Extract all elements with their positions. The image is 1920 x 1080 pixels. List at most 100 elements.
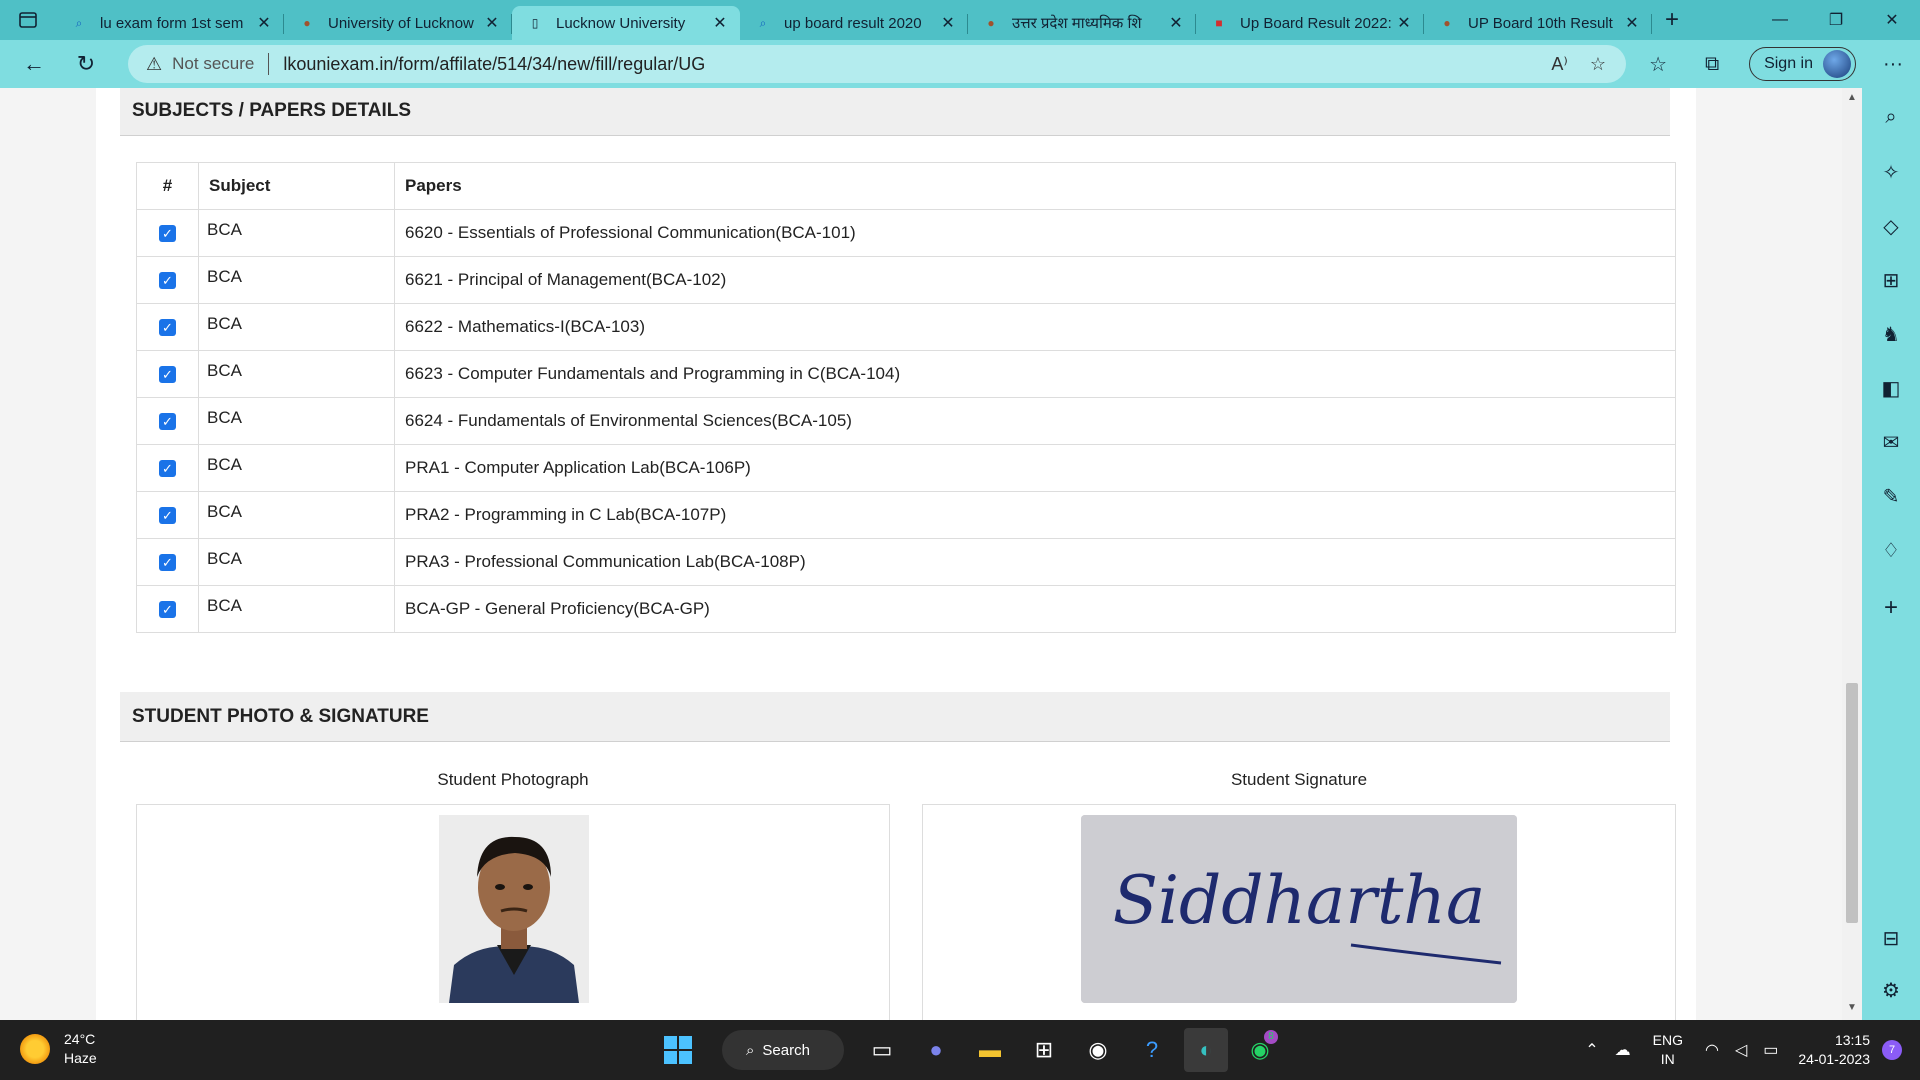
close-icon[interactable]: ✕ bbox=[1394, 13, 1414, 33]
paper-checkbox[interactable]: ✓ bbox=[159, 225, 176, 243]
battery-icon[interactable]: ▭ bbox=[1763, 1040, 1778, 1060]
sidebar-office-icon[interactable]: ◧ bbox=[1862, 376, 1920, 401]
sidebar-layout-icon[interactable]: ⊟ bbox=[1862, 926, 1920, 951]
tab-actions-button[interactable] bbox=[0, 0, 56, 40]
refresh-button[interactable]: ↻ bbox=[60, 40, 112, 88]
paper-cell: PRA2 - Programming in C Lab(BCA-107P) bbox=[394, 491, 1676, 539]
app-icon[interactable]: ◉ bbox=[1076, 1028, 1120, 1072]
minimize-button[interactable]: — bbox=[1752, 0, 1808, 40]
tab-2[interactable]: ▯ Lucknow University ✕ bbox=[512, 6, 740, 40]
omnibox[interactable]: ⚠ Not secure lkouniexam.in/form/affilate… bbox=[128, 45, 1626, 83]
tab-1[interactable]: ● University of Lucknow ✕ bbox=[284, 6, 512, 40]
edge-browser-icon[interactable]: ◐ bbox=[1184, 1028, 1228, 1072]
scrollbar-thumb[interactable] bbox=[1846, 683, 1858, 923]
volume-icon[interactable]: ◁ bbox=[1735, 1040, 1747, 1060]
language-indicator[interactable]: ENG IN bbox=[1653, 1031, 1683, 1069]
weather-condition: Haze bbox=[64, 1050, 97, 1066]
search-icon: ⌕ bbox=[75, 15, 83, 30]
wifi-icon[interactable]: ◠ bbox=[1705, 1040, 1719, 1060]
student-signature: Siddhartha bbox=[1081, 815, 1517, 1003]
favorites-icon[interactable]: ☆ bbox=[1631, 52, 1685, 77]
sidebar-notifications-icon[interactable]: ♢ bbox=[1862, 538, 1920, 563]
sign-in-button[interactable]: Sign in bbox=[1749, 47, 1856, 81]
store-icon[interactable]: ⊞ bbox=[1022, 1028, 1066, 1072]
table-header-row: # Subject Papers bbox=[136, 162, 1676, 210]
windows-icon bbox=[664, 1036, 692, 1064]
subjects-heading: SUBJECTS / PAPERS DETAILS bbox=[120, 88, 1670, 136]
not-secure-label[interactable]: Not secure bbox=[172, 54, 254, 74]
photo-label: Student Photograph bbox=[437, 770, 589, 789]
close-icon[interactable]: ✕ bbox=[254, 13, 274, 33]
paper-checkbox[interactable]: ✓ bbox=[159, 507, 176, 525]
help-icon[interactable]: ? bbox=[1130, 1028, 1174, 1072]
weather-widget[interactable]: 24°C Haze bbox=[20, 1030, 97, 1068]
sidebar-tools-icon[interactable]: ⊞ bbox=[1862, 268, 1920, 293]
file-explorer-icon[interactable]: ▬ bbox=[968, 1028, 1012, 1072]
paper-cell: 6621 - Principal of Management(BCA-102) bbox=[394, 256, 1676, 304]
paper-checkbox[interactable]: ✓ bbox=[159, 601, 176, 619]
whatsapp-icon[interactable]: ◉ 8 bbox=[1238, 1028, 1282, 1072]
sidebar-copilot-icon[interactable]: ✧ bbox=[1862, 160, 1920, 185]
paper-checkbox[interactable]: ✓ bbox=[159, 554, 176, 572]
university-icon: ● bbox=[303, 16, 311, 30]
sidebar-search-icon[interactable]: ⌕ bbox=[1862, 106, 1920, 129]
paper-checkbox[interactable]: ✓ bbox=[159, 460, 176, 478]
close-icon[interactable]: ✕ bbox=[482, 13, 502, 33]
paper-cell: PRA1 - Computer Application Lab(BCA-106P… bbox=[394, 444, 1676, 492]
tab-6[interactable]: ● UP Board 10th Result ✕ bbox=[1424, 6, 1652, 40]
close-icon[interactable]: ✕ bbox=[1622, 13, 1642, 33]
row-checkbox-cell: ✓ bbox=[136, 209, 199, 257]
lang-secondary: IN bbox=[1660, 1051, 1675, 1067]
tab-label: उत्तर प्रदेश माध्यमिक शि bbox=[1012, 15, 1142, 32]
taskbar-search[interactable]: ⌕ Search bbox=[722, 1030, 844, 1070]
signature-text: Siddhartha bbox=[1113, 862, 1486, 939]
paper-checkbox[interactable]: ✓ bbox=[159, 319, 176, 337]
vertical-scrollbar[interactable]: ▲ ▼ bbox=[1842, 88, 1862, 1020]
new-tab-button[interactable]: + bbox=[1652, 6, 1692, 34]
table-row: ✓ BCA BCA-GP - General Proficiency(BCA-GP) bbox=[136, 585, 1676, 633]
avatar bbox=[1823, 50, 1851, 78]
subject-cell: BCA bbox=[198, 444, 395, 492]
read-aloud-icon[interactable]: A⁾ bbox=[1551, 54, 1567, 75]
add-favorite-icon[interactable]: ☆ bbox=[1590, 54, 1606, 75]
close-icon[interactable]: ✕ bbox=[1166, 13, 1186, 33]
row-checkbox-cell: ✓ bbox=[136, 585, 199, 633]
tab-strip: ⌕ lu exam form 1st sem ✕ ● University of Luc… bbox=[0, 0, 1920, 40]
collections-icon[interactable]: ⧉ bbox=[1685, 53, 1739, 76]
paper-cell: 6623 - Computer Fundamentals and Program… bbox=[394, 350, 1676, 398]
back-button[interactable]: ← bbox=[8, 40, 60, 88]
notification-badge[interactable]: 7 bbox=[1882, 1040, 1902, 1060]
paper-checkbox[interactable]: ✓ bbox=[159, 366, 176, 384]
sidebar-settings-icon[interactable]: ⚙ bbox=[1862, 978, 1920, 1003]
tab-4[interactable]: ● उत्तर प्रदेश माध्यमिक शि ✕ bbox=[968, 6, 1196, 40]
tab-3[interactable]: ⌕ up board result 2020 ✕ bbox=[740, 6, 968, 40]
close-icon[interactable]: ✕ bbox=[710, 13, 730, 33]
subject-cell: BCA bbox=[198, 397, 395, 445]
sidebar-outlook-icon[interactable]: ✉ bbox=[1862, 430, 1920, 455]
close-window-button[interactable]: ✕ bbox=[1864, 0, 1920, 40]
task-view-icon[interactable]: ▭ bbox=[860, 1028, 904, 1072]
sidebar-games-icon[interactable]: ♞ bbox=[1862, 322, 1920, 347]
tab-5[interactable]: ■ Up Board Result 2022: ✕ bbox=[1196, 6, 1424, 40]
student-photo-image bbox=[439, 815, 589, 1003]
more-menu-icon[interactable]: ··· bbox=[1866, 53, 1920, 76]
subject-cell: BCA bbox=[198, 491, 395, 539]
col-subject-header: Subject bbox=[198, 162, 395, 210]
sidebar-add-icon[interactable]: + bbox=[1862, 594, 1920, 622]
sidebar-designer-icon[interactable]: ✎ bbox=[1862, 484, 1920, 509]
paper-checkbox[interactable]: ✓ bbox=[159, 272, 176, 290]
table-row: ✓ BCA 6624 - Fundamentals of Environmental… bbox=[136, 397, 1676, 445]
chevron-up-icon[interactable]: ⌃ bbox=[1585, 1040, 1598, 1060]
clock[interactable]: 13:15 24-01-2023 bbox=[1798, 1031, 1870, 1069]
paper-checkbox[interactable]: ✓ bbox=[159, 413, 176, 431]
onedrive-icon[interactable]: ☁ bbox=[1615, 1040, 1631, 1060]
tab-0[interactable]: ⌕ lu exam form 1st sem ✕ bbox=[56, 6, 284, 40]
sidebar-shopping-icon[interactable]: ◇ bbox=[1862, 214, 1920, 239]
start-button[interactable] bbox=[656, 1028, 700, 1072]
close-icon[interactable]: ✕ bbox=[938, 13, 958, 33]
scroll-down-icon[interactable]: ▼ bbox=[1842, 1002, 1862, 1013]
teams-chat-icon[interactable]: ● bbox=[914, 1028, 958, 1072]
url-text[interactable]: lkouniexam.in/form/affilate/514/34/new/f… bbox=[283, 54, 705, 75]
scroll-up-icon[interactable]: ▲ bbox=[1842, 92, 1862, 103]
restore-button[interactable]: ❐ bbox=[1808, 0, 1864, 40]
